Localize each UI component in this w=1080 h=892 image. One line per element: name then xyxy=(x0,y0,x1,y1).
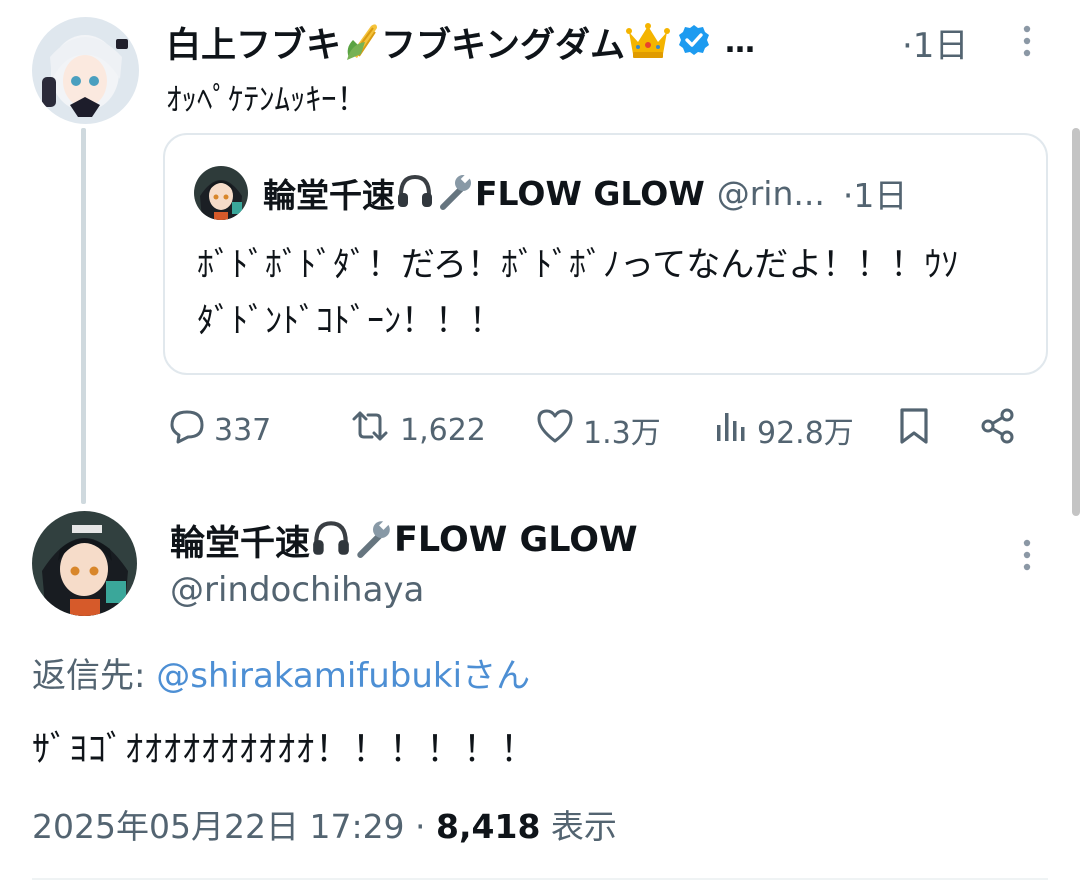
post2-view-label: 表示 xyxy=(540,807,617,846)
avatar-rindo[interactable] xyxy=(32,511,137,616)
wrench-emoji-icon xyxy=(435,171,475,215)
wrench-emoji-icon xyxy=(352,517,394,563)
repost-button[interactable]: 1,622 xyxy=(348,402,486,458)
verified-badge-icon xyxy=(677,23,711,61)
bookmark-button[interactable] xyxy=(896,402,932,458)
post1-header: 白上フブキ フブキングダム … xyxy=(166,14,755,70)
post2-more-icon[interactable] xyxy=(1016,538,1038,578)
reply-to-label: 返信先: xyxy=(32,656,157,696)
quote-card[interactable]: 輪堂千速 FLOW GLOW @rin... ·1日 ﾎﾞﾄﾞﾎﾞﾄﾞﾀﾞ！だろ… xyxy=(163,133,1048,375)
post1-more-icon[interactable] xyxy=(1016,24,1038,64)
quote-author-name[interactable]: 輪堂千速 xyxy=(263,169,395,217)
views-count: 92.8万 xyxy=(757,416,854,451)
reply-button[interactable]: 337 xyxy=(168,402,271,458)
quote-header: 輪堂千速 FLOW GLOW @rin... ·1日 xyxy=(263,169,907,217)
reply-count: 337 xyxy=(214,412,272,448)
corn-emoji-icon xyxy=(341,18,381,66)
reply-to-link[interactable]: @shirakamifubukiさん xyxy=(156,656,530,696)
quote-text: ﾎﾞﾄﾞﾎﾞﾄﾞﾀﾞ！だろ！ﾎﾞﾄﾞﾎﾞﾉってなんだよ！！！ｳｿﾀﾞﾄﾞﾝﾄﾞｺ… xyxy=(197,245,959,341)
like-count: 1.3万 xyxy=(583,416,661,451)
crown-emoji-icon xyxy=(625,20,671,64)
post2-meta: 2025年05月22日 17:29 · 8,418 表示 xyxy=(32,800,617,848)
post1-display-name[interactable]: 白上フブキ xyxy=(166,17,341,68)
share-icon xyxy=(978,406,1018,454)
thread-connector-line xyxy=(81,128,86,504)
quote-author-handle: @rin... xyxy=(716,173,825,213)
post1-time[interactable]: ·1日 xyxy=(902,18,968,67)
repost-count: 1,622 xyxy=(400,412,486,448)
headphone-emoji-icon xyxy=(310,517,352,563)
quote-time: ·1日 xyxy=(842,176,908,215)
post1-action-bar: 337 1,622 1.3万 92.8万 xyxy=(168,402,1028,458)
post2-text: ｻﾞﾖｺﾞｵｵｵｵｵｵｵｵｵｵ！！！！！！ xyxy=(32,729,538,770)
repost-icon xyxy=(348,407,392,453)
name-truncation-ellipsis: … xyxy=(724,24,755,60)
headphone-emoji-icon xyxy=(395,171,435,215)
analytics-icon xyxy=(713,407,749,453)
post2-author-name-row: 輪堂千速 FLOW GLOW xyxy=(170,514,638,566)
like-button[interactable]: 1.3万 xyxy=(535,402,661,458)
avatar-fubuki[interactable] xyxy=(32,17,139,124)
post2-author-handle[interactable]: @rindochihaya xyxy=(170,570,424,610)
post2-view-count: 8,418 xyxy=(436,807,541,846)
bookmark-icon xyxy=(896,406,932,454)
post1-display-name-suffix[interactable]: フブキングダム xyxy=(381,17,625,68)
post2-timestamp[interactable]: 2025年05月22日 17:29 · xyxy=(32,807,436,846)
views-button[interactable]: 92.8万 xyxy=(713,402,854,458)
divider xyxy=(32,878,1048,880)
reply-icon xyxy=(168,407,206,453)
quote-author-name-suffix[interactable]: FLOW GLOW xyxy=(475,174,705,213)
heart-icon xyxy=(535,407,575,453)
reply-to-line: 返信先: @shirakamifubukiさん xyxy=(32,648,530,697)
post2-author-name-suffix[interactable]: FLOW GLOW xyxy=(394,520,638,560)
avatar-rindo-small xyxy=(194,166,248,220)
share-button[interactable] xyxy=(978,402,1018,458)
post1-text: ｵｯﾍﾟｹﾃﾝﾑｯｷｰ！ xyxy=(166,82,368,118)
scrollbar[interactable] xyxy=(1072,128,1080,516)
post2-author-name[interactable]: 輪堂千速 xyxy=(170,515,310,566)
